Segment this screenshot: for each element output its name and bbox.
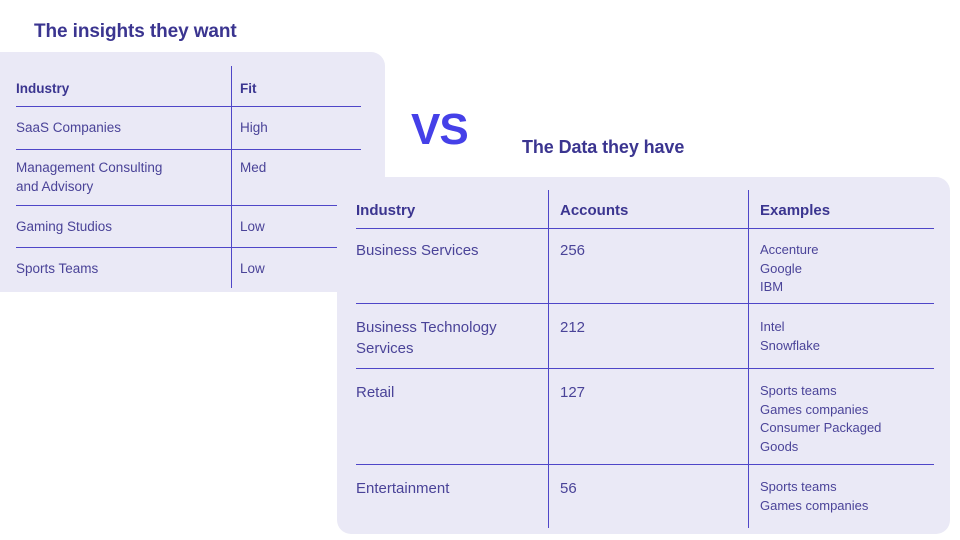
- insights-cell-fit: Med: [240, 160, 267, 175]
- insights-header-industry: Industry: [16, 81, 70, 96]
- insights-header-fit: Fit: [240, 81, 257, 96]
- data-header-industry: Industry: [356, 202, 416, 219]
- data-column-divider-1: [548, 190, 549, 528]
- data-cell-accounts: 127: [560, 384, 586, 401]
- data-cell-accounts: 256: [560, 242, 586, 259]
- data-cell-accounts: 56: [560, 480, 577, 497]
- data-heading: The Data they have: [522, 137, 685, 157]
- data-column-divider-2: [748, 190, 749, 528]
- data-rule-2: [356, 368, 934, 369]
- insights-rule-header: [16, 106, 361, 107]
- vs-label: VS: [411, 105, 469, 154]
- insights-heading: The insights they want: [34, 21, 237, 42]
- insights-cell-industry: SaaS Companies: [16, 120, 122, 135]
- data-rule-header: [356, 228, 934, 229]
- data-cell-examples: Sports teams Games companies: [760, 479, 869, 513]
- insights-cell-fit: High: [240, 120, 268, 135]
- data-cell-industry: Retail: [356, 384, 395, 401]
- data-cell-examples: Sports teams Games companies Consumer Pa…: [760, 383, 882, 454]
- insights-column-divider: [231, 66, 232, 288]
- insights-cell-industry: Management Consulting and Advisory: [16, 160, 163, 194]
- data-cell-industry: Business Services: [356, 242, 479, 259]
- slide-canvas: The insights they want Industry Fit SaaS…: [0, 0, 960, 540]
- data-rule-3: [356, 464, 934, 465]
- insights-table: Industry Fit SaaS Companies High Managem…: [16, 66, 361, 288]
- data-cell-examples: Accenture Google IBM: [760, 242, 819, 294]
- data-header-examples: Examples: [760, 202, 831, 219]
- insights-rule-3: [16, 247, 361, 248]
- data-table: Industry Accounts Examples Business Serv…: [356, 190, 934, 528]
- data-cell-examples: Intel Snowflake: [760, 319, 820, 353]
- insights-cell-industry: Gaming Studios: [16, 219, 113, 234]
- data-header-accounts: Accounts: [560, 202, 629, 219]
- insights-cell-industry: Sports Teams: [16, 261, 99, 276]
- insights-rule-1: [16, 149, 361, 150]
- data-cell-industry: Entertainment: [356, 480, 450, 497]
- data-cell-accounts: 212: [560, 319, 586, 336]
- insights-rule-2: [16, 205, 361, 206]
- data-cell-industry: Business Technology Services: [356, 319, 497, 357]
- data-rule-1: [356, 303, 934, 304]
